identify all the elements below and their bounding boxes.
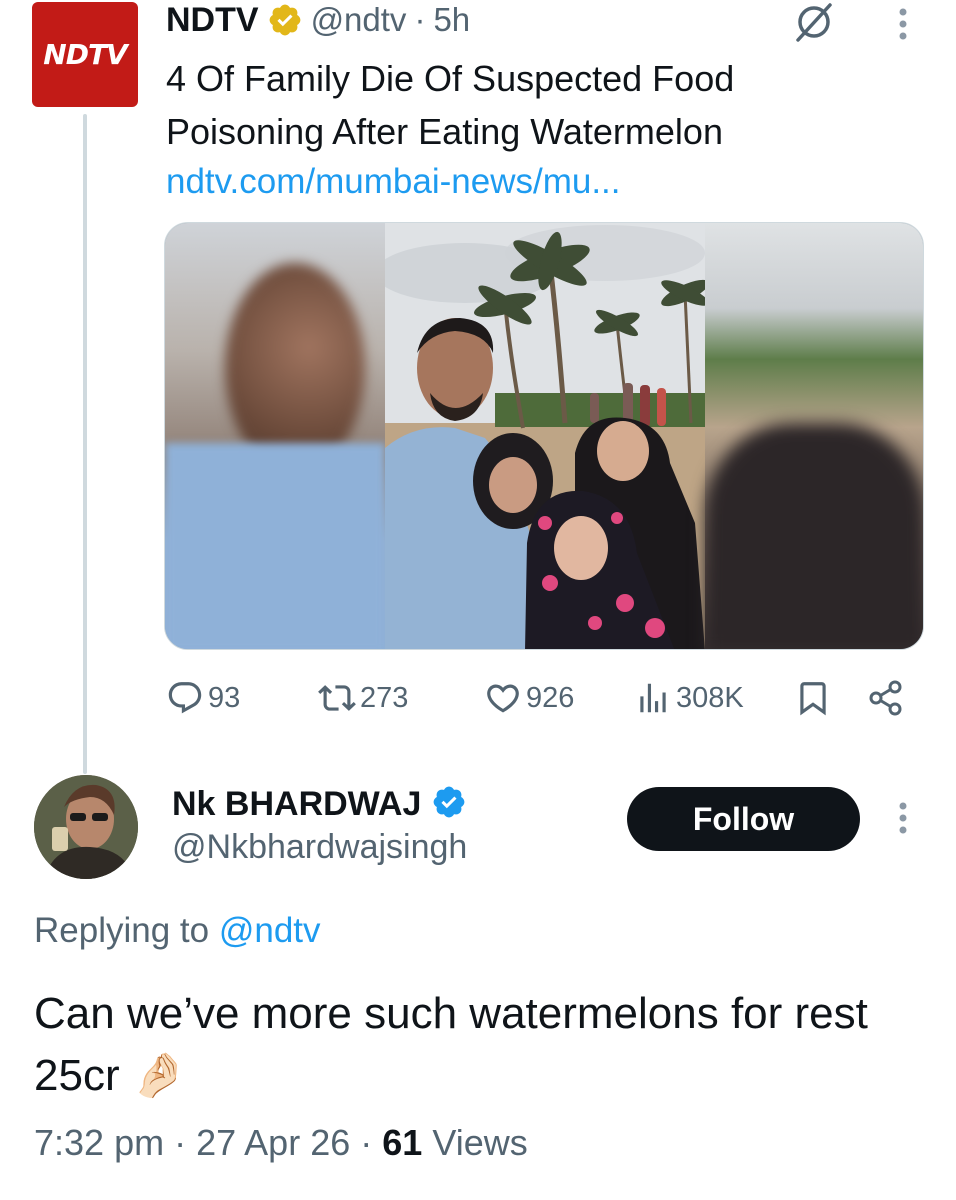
- views-count: 308K: [676, 681, 744, 714]
- parent-tweet-header: NDTV @ndtv · 5h: [166, 0, 470, 42]
- parent-time[interactable]: 5h: [433, 1, 470, 39]
- pinched-fingers-emoji: 🤌🏻: [131, 1051, 187, 1100]
- tweet-action-bar: 93 273 926 308K: [166, 672, 916, 724]
- bookmark-action[interactable]: [794, 672, 832, 724]
- reply-icon: [166, 679, 204, 717]
- family-photo: [385, 223, 705, 649]
- header-separator: ·: [414, 1, 426, 38]
- reply-author-name[interactable]: Nk BHARDWAJ: [172, 785, 421, 824]
- reply-more-options-icon[interactable]: [888, 800, 918, 836]
- grok-icon[interactable]: [792, 2, 836, 42]
- replying-to-line: Replying to @ndtv: [34, 911, 321, 951]
- views-action[interactable]: 308K: [634, 672, 744, 724]
- reply-handle[interactable]: @Nkbhardwajsingh: [172, 828, 467, 867]
- follow-button[interactable]: Follow: [627, 787, 860, 851]
- reply-tweet-text: Can we’ve more such watermelons for rest…: [34, 983, 914, 1107]
- replying-mention-link[interactable]: @ndtv: [219, 911, 321, 950]
- like-count: 926: [526, 681, 575, 714]
- analytics-icon: [634, 679, 672, 717]
- ndtv-logo: NDTV: [43, 38, 127, 71]
- share-action[interactable]: [866, 672, 906, 724]
- replying-prefix: Replying to: [34, 911, 210, 950]
- bookmark-icon: [794, 679, 832, 717]
- parent-author-name[interactable]: NDTV: [166, 1, 259, 40]
- tweet-media-image[interactable]: [164, 222, 924, 650]
- like-action[interactable]: 926: [484, 672, 574, 724]
- reply-views-count: 61: [382, 1122, 423, 1163]
- heart-icon: [484, 679, 522, 717]
- blurred-right-panel: [705, 223, 923, 649]
- reply-count: 93: [208, 681, 241, 714]
- share-icon: [866, 678, 906, 718]
- user-avatar[interactable]: [34, 775, 138, 879]
- ndtv-avatar[interactable]: NDTV: [32, 2, 138, 107]
- reply-action[interactable]: 93: [166, 672, 240, 724]
- reply-timestamp-row: 7:32 pm · 27 Apr 26 · 61 Views: [34, 1122, 528, 1164]
- reply-time[interactable]: 7:32 pm: [34, 1122, 164, 1163]
- more-options-icon[interactable]: [888, 6, 918, 42]
- parent-tweet-text: 4 Of Family Die Of Suspected Food Poison…: [166, 58, 735, 152]
- repost-action[interactable]: 273: [318, 672, 408, 724]
- repost-icon: [318, 679, 356, 717]
- gold-verified-badge-icon: [267, 2, 303, 38]
- article-link[interactable]: ndtv.com/mumbai-news/mu...: [166, 162, 621, 202]
- meta-separator: ·: [360, 1122, 373, 1163]
- reply-date[interactable]: 27 Apr 26: [196, 1122, 350, 1163]
- reply-header: Nk BHARDWAJ: [172, 782, 467, 826]
- parent-handle[interactable]: @ndtv: [311, 1, 407, 39]
- thread-connector-line: [83, 114, 87, 774]
- blurred-left-panel: [165, 223, 385, 649]
- blue-verified-badge-icon: [431, 784, 467, 825]
- reply-views-label: Views: [432, 1122, 528, 1163]
- meta-separator: ·: [174, 1122, 187, 1163]
- repost-count: 273: [360, 681, 409, 714]
